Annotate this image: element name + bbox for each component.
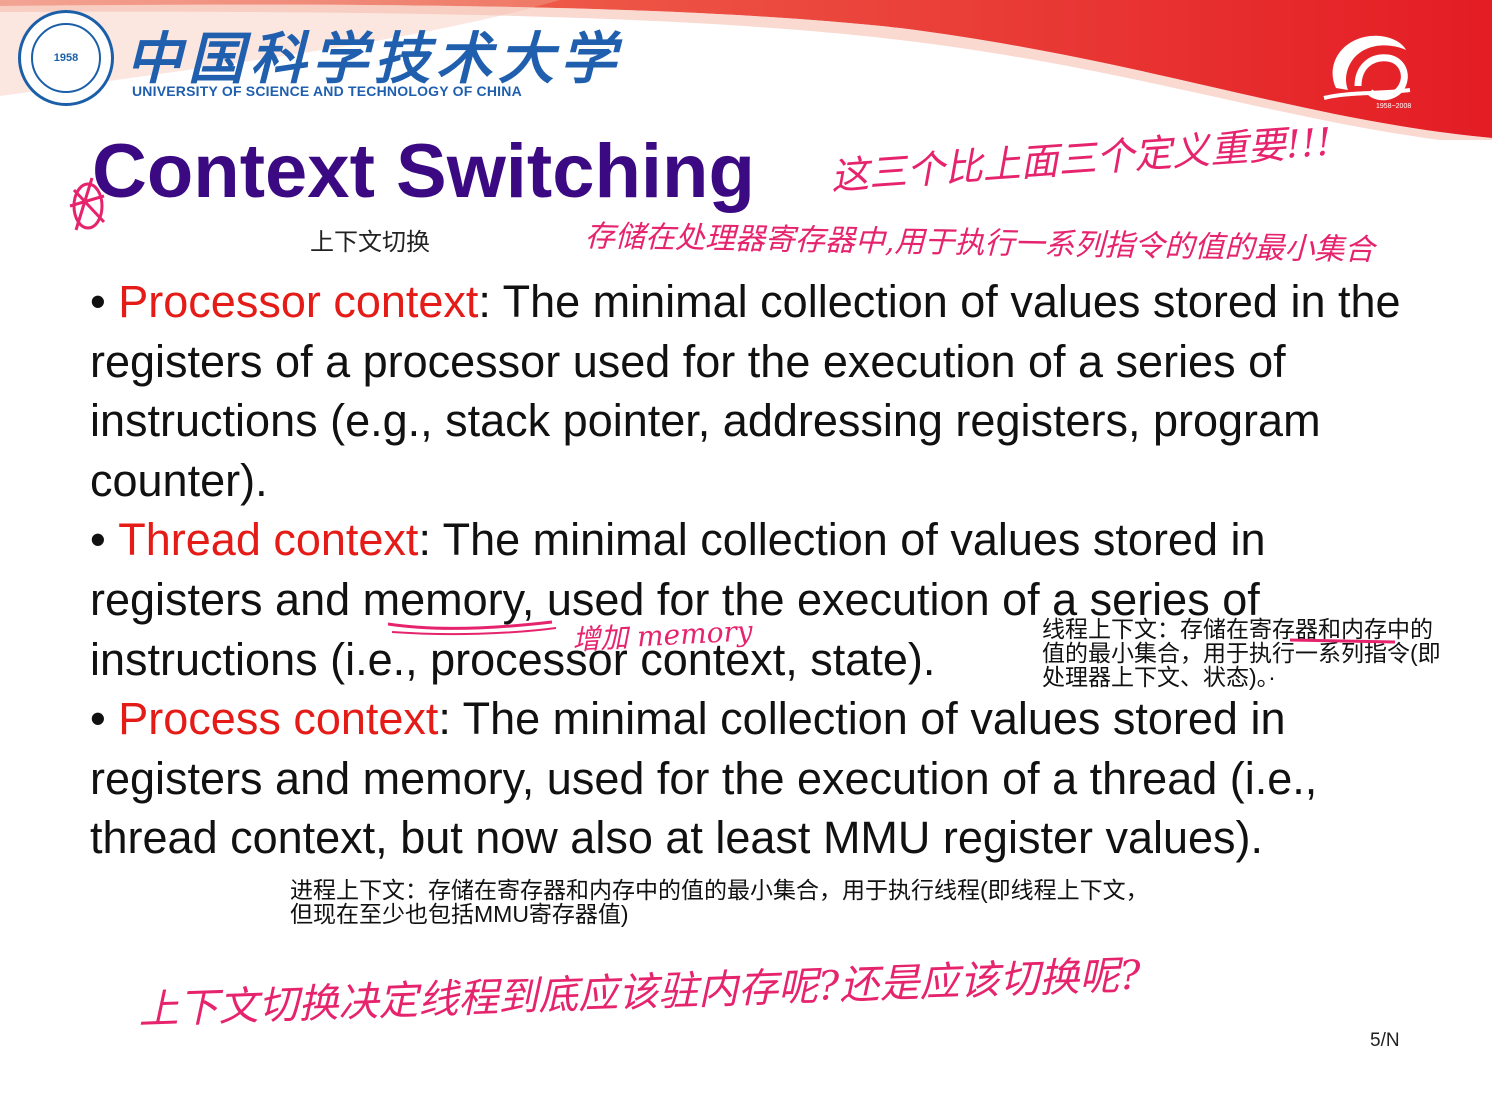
- series-underline: [1289, 638, 1396, 644]
- handwriting-strokes: [69, 177, 1396, 644]
- star-mark-icon: [69, 177, 106, 231]
- page-number: 5/N: [1370, 1030, 1400, 1051]
- memory-underline: [387, 620, 553, 630]
